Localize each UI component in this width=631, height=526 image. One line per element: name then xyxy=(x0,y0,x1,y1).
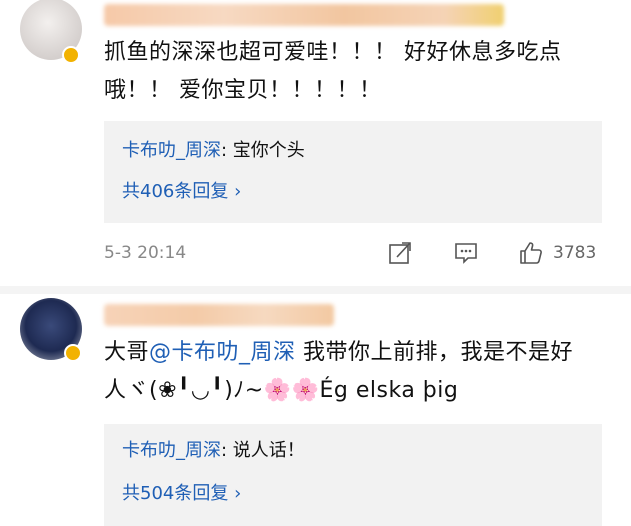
reply-text: : 宝你个头 xyxy=(221,140,305,161)
username-blurred[interactable] xyxy=(104,304,334,326)
reply-count-link[interactable]: 共406条回复 › xyxy=(122,180,241,204)
verified-badge-icon xyxy=(62,46,80,64)
mention-link[interactable]: @卡布叻_周深 xyxy=(149,340,296,365)
reply-author-link[interactable]: 卡布叻_周深 xyxy=(122,440,221,461)
comment-icon[interactable] xyxy=(453,240,479,266)
username-blurred[interactable] xyxy=(104,4,504,26)
share-icon[interactable] xyxy=(387,240,413,266)
comment-body-prefix: 大哥 xyxy=(104,340,150,365)
reply-preview[interactable]: 卡布叻_周深: 说人话！ xyxy=(122,439,305,463)
like-count: 3783 xyxy=(553,243,597,263)
reply-preview[interactable]: 卡布叻_周深: 宝你个头 xyxy=(122,139,305,163)
reply-box[interactable]: 卡布叻_周深: 宝你个头 共406条回复 › xyxy=(104,121,602,223)
like-icon[interactable] xyxy=(518,240,544,266)
verified-badge-icon xyxy=(64,344,82,362)
comment-body: 抓鱼的深深也超可爱哇！！！ 好好休息多吃点哦！！ 爱你宝贝！！！！！ xyxy=(104,40,562,103)
reply-count-link[interactable]: 共504条回复 › xyxy=(122,482,241,506)
comment-item: 抓鱼的深深也超可爱哇！！！ 好好休息多吃点哦！！ 爱你宝贝！！！！！ 卡布叻_周… xyxy=(0,0,631,292)
comment-text: 大哥@卡布叻_周深 我带你上前排，我是不是好人ヾ(❀╹◡╹)ﾉ~🌸🌸Ég els… xyxy=(104,334,609,410)
reply-box[interactable]: 卡布叻_周深: 说人话！ 共504条回复 › xyxy=(104,424,602,526)
comment-item: 大哥@卡布叻_周深 我带你上前排，我是不是好人ヾ(❀╹◡╹)ﾉ~🌸🌸Ég els… xyxy=(0,294,631,526)
comment-text: 抓鱼的深深也超可爱哇！！！ 好好休息多吃点哦！！ 爱你宝贝！！！！！ xyxy=(104,34,609,110)
reply-author-link[interactable]: 卡布叻_周深 xyxy=(122,140,221,161)
reply-text: : 说人话！ xyxy=(221,440,305,461)
comment-time: 5-3 20:14 xyxy=(104,243,187,263)
comment-divider xyxy=(0,286,631,294)
comment-meta: 5-3 20:14 3783 xyxy=(104,240,602,270)
